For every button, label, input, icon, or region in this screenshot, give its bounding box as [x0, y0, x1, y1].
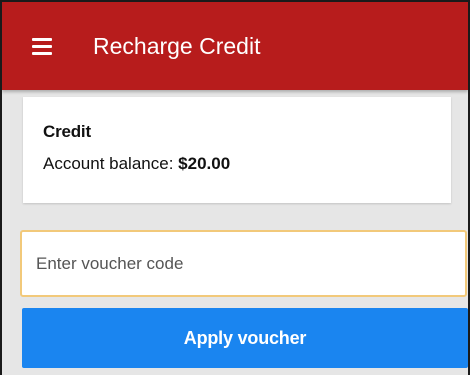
account-balance-value: $20.00 [178, 154, 231, 173]
hamburger-menu-icon[interactable] [32, 38, 52, 55]
account-balance: Account balance: $20.00 [43, 154, 230, 174]
app-bar: Recharge Credit [2, 2, 468, 90]
credit-card-title: Credit [43, 122, 91, 141]
account-balance-label: Account balance: [43, 154, 174, 173]
apply-voucher-button[interactable]: Apply voucher [22, 308, 468, 368]
credit-card: Credit Account balance: $20.00 [23, 97, 451, 203]
voucher-code-input[interactable] [20, 230, 467, 297]
app-screen: Recharge Credit Credit Account balance: … [0, 0, 470, 375]
page-title: Recharge Credit [93, 33, 261, 59]
